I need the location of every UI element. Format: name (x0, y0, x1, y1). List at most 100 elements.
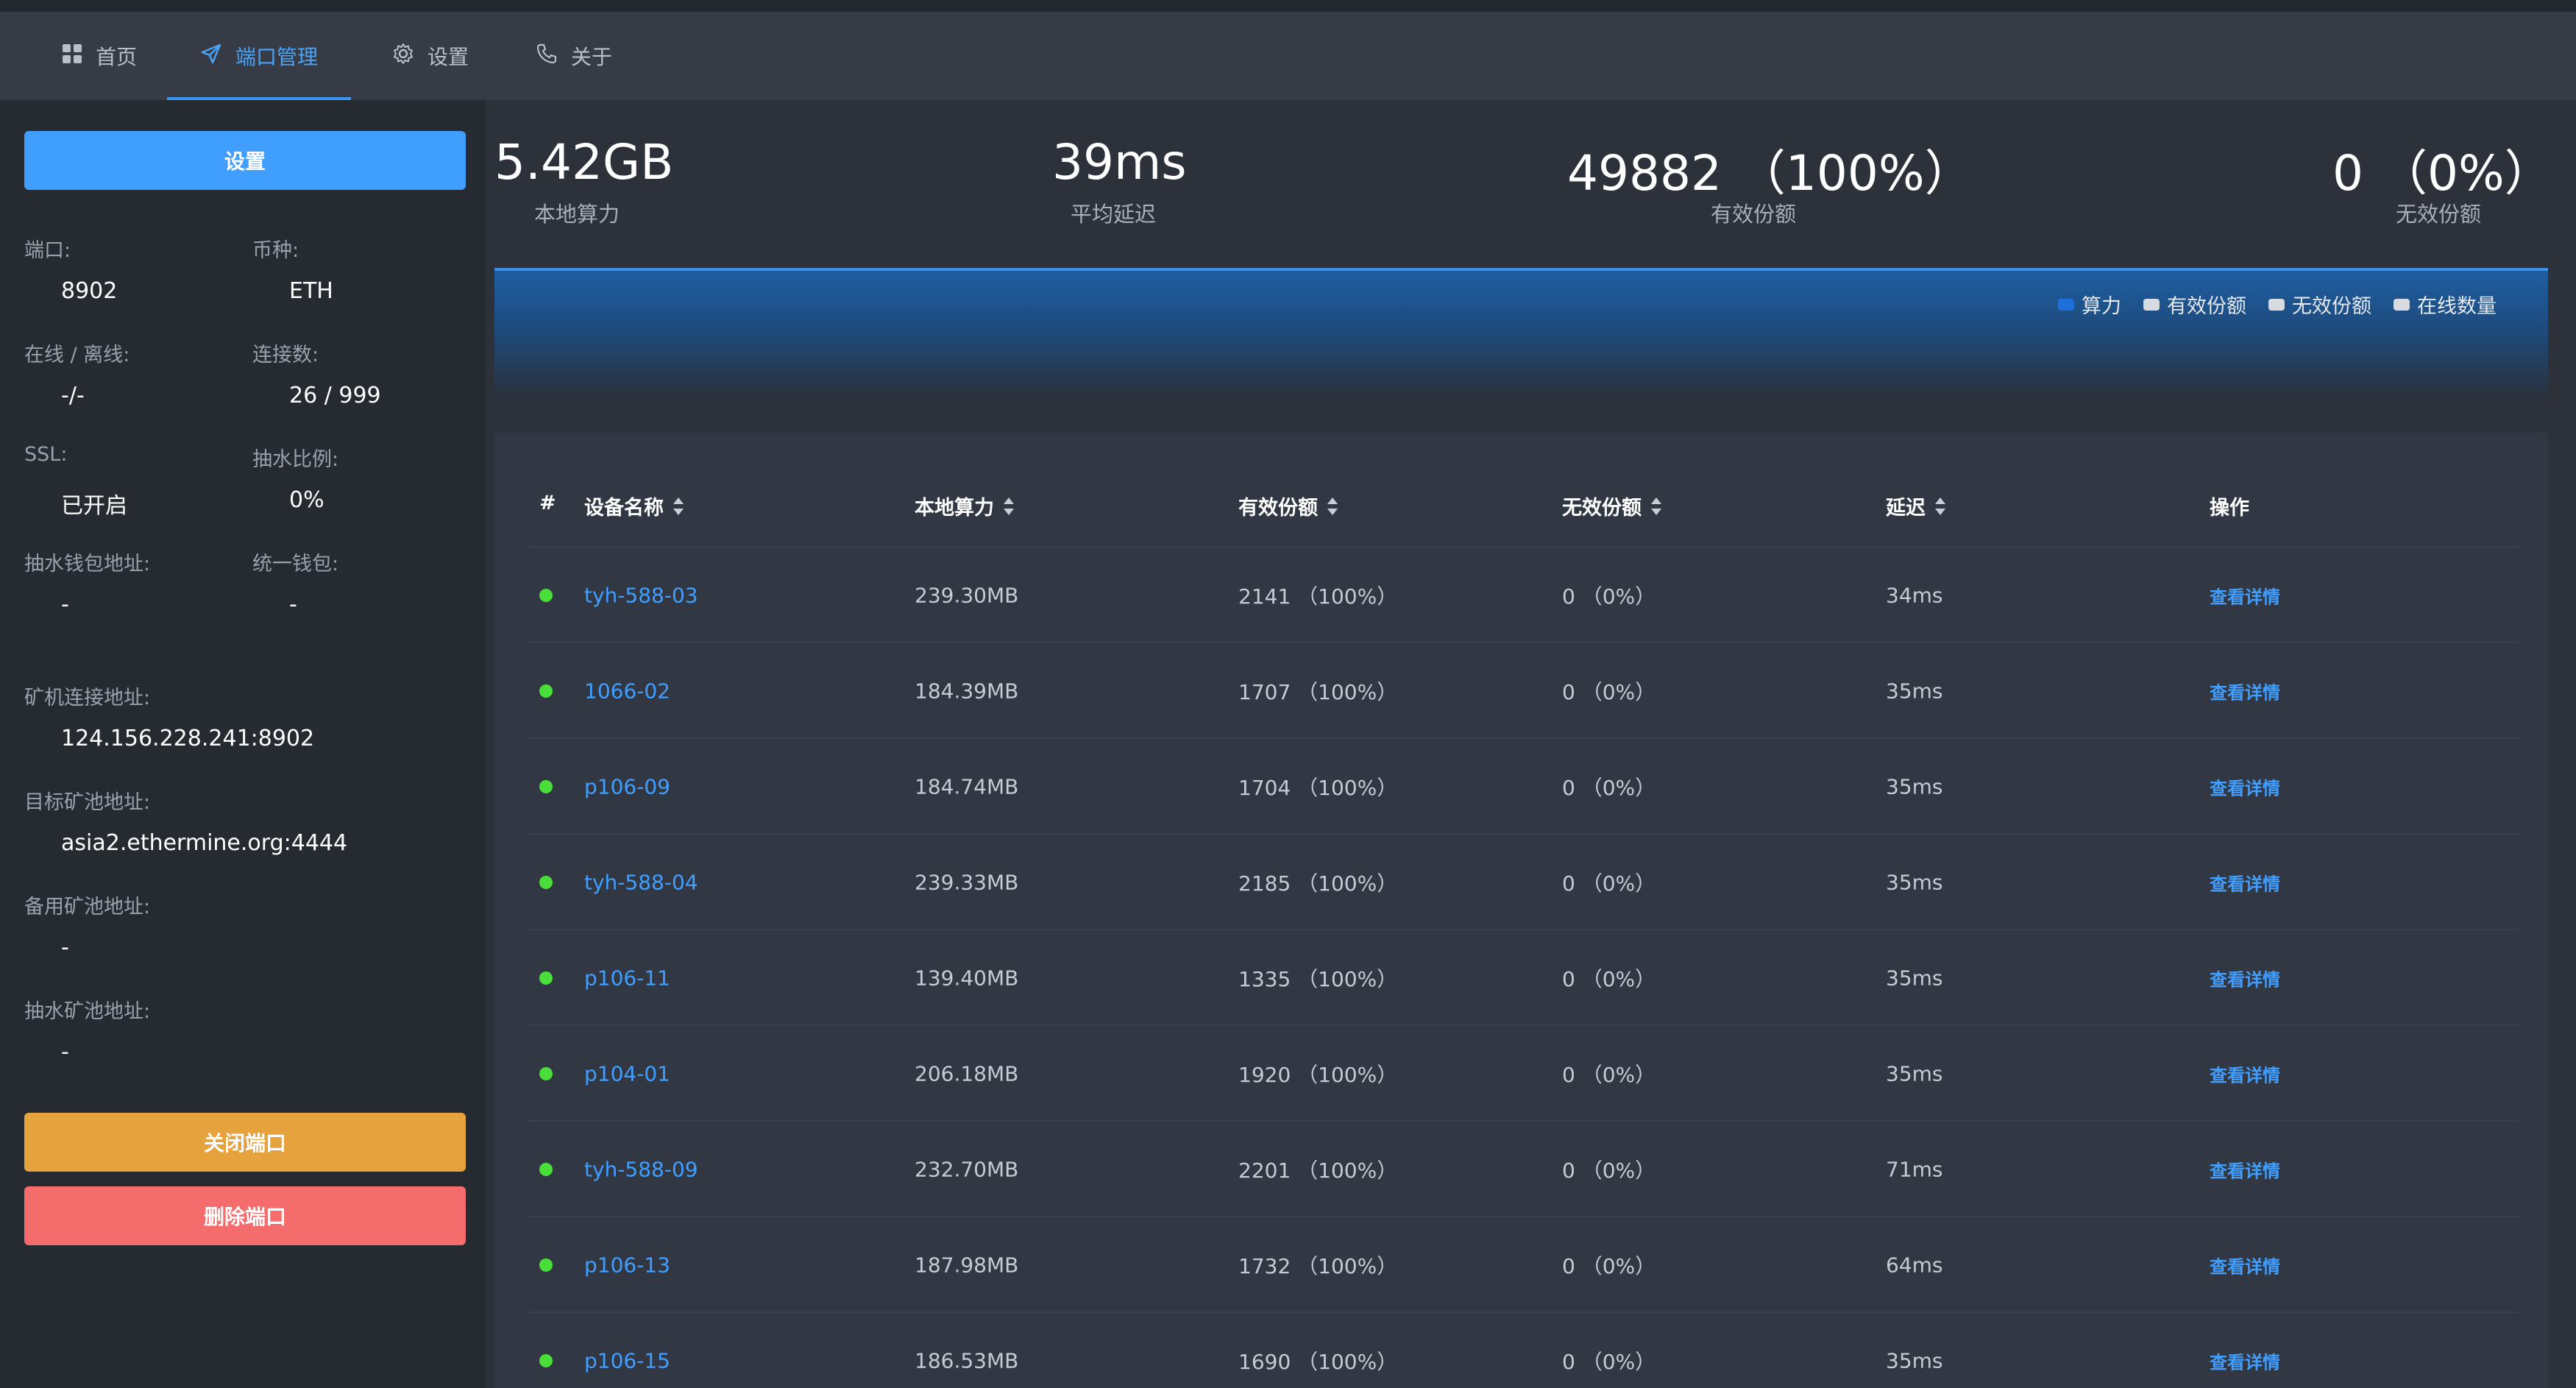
col-header-hashrate[interactable]: 本地算力 (915, 492, 1015, 520)
backup-pool-value: - (61, 935, 69, 960)
port-label: 端口: (24, 239, 71, 262)
col-header-invalid[interactable]: 无效份额 (1562, 492, 1662, 520)
latency-cell: 71ms (1886, 1157, 1943, 1182)
invalid-shares-stat-label: 无效份额 (2396, 202, 2482, 227)
valid-shares-cell: 2201 （100%） (1238, 1158, 1398, 1183)
row-divider (527, 833, 2518, 835)
legend-swatch (2394, 298, 2410, 311)
row-divider (527, 642, 2518, 643)
ssl-label: SSL: (24, 443, 68, 466)
view-details-link[interactable]: 查看详情 (2210, 583, 2280, 609)
device-name-link[interactable]: tyh-588-09 (584, 1158, 698, 1182)
online-status-dot (539, 684, 553, 698)
device-name-link[interactable]: tyh-588-03 (584, 584, 698, 608)
latency-stat-label: 平均延迟 (1071, 202, 1157, 227)
view-details-link[interactable]: 查看详情 (2210, 1348, 2280, 1374)
view-details-link[interactable]: 查看详情 (2210, 679, 2280, 704)
view-details-link[interactable]: 查看详情 (2210, 774, 2280, 800)
device-name-link[interactable]: p104-01 (584, 1062, 670, 1086)
col-header-valid[interactable]: 有效份额 (1238, 492, 1338, 520)
hashrate-stat-label: 本地算力 (534, 202, 620, 227)
nav-item-about[interactable]: 关于 (519, 12, 629, 100)
legend-item-invalid-shares[interactable]: 无效份额 (2268, 290, 2371, 319)
port-value: 8902 (61, 278, 118, 304)
view-details-link[interactable]: 查看详情 (2210, 1157, 2280, 1183)
device-name-link[interactable]: p106-15 (584, 1349, 670, 1373)
hashrate-cell: 184.74MB (915, 774, 1019, 799)
latency-cell: 34ms (1886, 583, 1943, 608)
nav-item-home[interactable]: 首页 (44, 12, 155, 100)
target-pool-value: asia2.ethermine.org:4444 (61, 830, 348, 856)
ssl-value: 已开启 (61, 493, 127, 519)
online-status-dot (539, 589, 553, 602)
view-details-link[interactable]: 查看详情 (2210, 966, 2280, 991)
nav-item-settings[interactable]: 设置 (375, 12, 486, 100)
valid-shares-cell: 2141 （100%） (1238, 584, 1398, 609)
invalid-shares-cell: 0 （0%） (1562, 680, 1656, 704)
sort-icon[interactable] (1327, 497, 1338, 515)
row-divider (527, 1311, 2518, 1313)
hashrate-cell: 186.53MB (915, 1348, 1019, 1373)
miner-address-label: 矿机连接地址: (24, 687, 151, 709)
sort-icon[interactable] (1650, 497, 1662, 515)
valid-shares-cell: 1335 （100%） (1238, 967, 1398, 991)
target-pool-label: 目标矿池地址: (24, 791, 151, 814)
valid-shares-cell: 1690 （100%） (1238, 1350, 1398, 1374)
col-header-label: 延迟 (1886, 497, 1926, 520)
device-name-link[interactable]: p106-09 (584, 775, 670, 799)
view-details-link[interactable]: 查看详情 (2210, 1253, 2280, 1278)
valid-shares-stat-label: 有效份额 (1711, 202, 1797, 227)
invalid-shares-stat-value: 0 （0%） (2332, 145, 2553, 202)
unified-wallet-label: 统一钱包: (252, 553, 339, 576)
send-icon (200, 43, 222, 70)
online-status-dot (539, 971, 553, 985)
view-details-link[interactable]: 查看详情 (2210, 1061, 2280, 1087)
online-status-dot (539, 780, 553, 793)
device-name-link[interactable]: 1066-02 (584, 679, 670, 704)
legend-item-online-count[interactable]: 在线数量 (2394, 290, 2497, 319)
legend-item-valid-shares[interactable]: 有效份额 (2143, 290, 2246, 319)
legend-swatch (2143, 298, 2160, 311)
hashrate-cell: 239.33MB (915, 870, 1019, 895)
delete-port-button[interactable]: 删除端口 (24, 1186, 466, 1245)
col-header-action: 操作 (2210, 492, 2249, 520)
close-port-button[interactable]: 关闭端口 (24, 1113, 466, 1172)
col-header-label: 操作 (2210, 497, 2249, 520)
row-divider (527, 1024, 2518, 1026)
sort-icon[interactable] (673, 497, 684, 515)
hashrate-cell: 139.40MB (915, 966, 1019, 991)
legend-item-hashrate[interactable]: 算力 (2058, 290, 2121, 319)
latency-cell: 35ms (1886, 774, 1943, 799)
col-header-latency[interactable]: 延迟 (1886, 492, 1946, 520)
sort-icon[interactable] (1003, 497, 1015, 515)
device-name-link[interactable]: p106-13 (584, 1253, 670, 1278)
invalid-shares-cell: 0 （0%） (1562, 1350, 1656, 1374)
hashrate-stat-value: 5.42GB (494, 134, 674, 191)
view-details-link[interactable]: 查看详情 (2210, 870, 2280, 896)
nav-item-port-management[interactable]: 端口管理 (167, 12, 351, 100)
hashrate-cell: 206.18MB (915, 1061, 1019, 1086)
latency-stat-value: 39ms (1052, 134, 1187, 191)
latency-cell: 35ms (1886, 966, 1943, 991)
col-header-device[interactable]: 设备名称 (584, 492, 684, 520)
col-header-label: 无效份额 (1562, 497, 1642, 520)
fee-wallet-value: - (61, 592, 69, 617)
device-name-link[interactable]: p106-11 (584, 966, 670, 991)
online-status-dot (539, 876, 553, 889)
online-status-dot (539, 1354, 553, 1367)
col-header-label: 设备名称 (584, 497, 664, 520)
col-header-index: # (539, 492, 556, 514)
row-divider (527, 929, 2518, 930)
invalid-shares-cell: 0 （0%） (1562, 1063, 1656, 1087)
connections-value: 26 / 999 (289, 383, 381, 408)
latency-cell: 35ms (1886, 679, 1943, 704)
fee-pool-value: - (61, 1039, 69, 1065)
online-status-dot (539, 1067, 553, 1080)
sort-icon[interactable] (1934, 497, 1946, 515)
settings-button[interactable]: 设置 (24, 131, 466, 190)
legend-swatch (2058, 298, 2074, 311)
grid-icon (62, 43, 82, 69)
latency-cell: 35ms (1886, 1348, 1943, 1373)
device-name-link[interactable]: tyh-588-04 (584, 871, 698, 895)
valid-shares-cell: 2185 （100%） (1238, 871, 1398, 896)
